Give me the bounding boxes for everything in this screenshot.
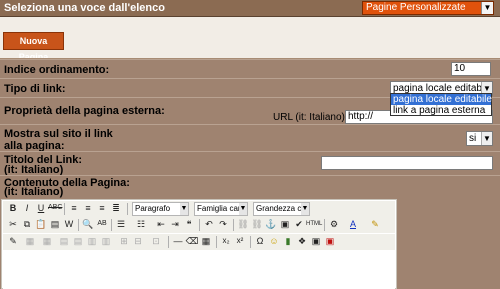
link-type-dropdown[interactable]: pagina locale editabile link a pagina es… [390, 93, 492, 116]
paste-text-icon[interactable]: ▤ [48, 217, 62, 231]
numbered-list-icon[interactable]: ☷ [134, 217, 148, 231]
blockquote-icon[interactable]: ❝ [182, 217, 196, 231]
toolbar-separator [250, 236, 251, 248]
remove-format-icon[interactable]: ⌫ [185, 234, 199, 248]
link-title-input[interactable] [321, 156, 493, 170]
table-icon[interactable]: ▦ [23, 234, 37, 248]
special-char-icon[interactable]: Ω [253, 234, 267, 248]
chevron-down-icon: ▼ [239, 203, 247, 215]
image-icon[interactable]: ▣ [278, 217, 292, 231]
toolbar-row-1: B I U ABC ≡ ≡ ≡ ≣ Paragrafo ▼ Famiglia c… [3, 201, 395, 217]
outdent-icon[interactable]: ⇤ [154, 217, 168, 231]
row-delete-icon[interactable]: ▤ [71, 234, 85, 248]
content-lang: (it: Italiano) [4, 186, 64, 198]
rich-text-editor: B I U ABC ≡ ≡ ≡ ≣ Paragrafo ▼ Famiglia c… [1, 199, 397, 289]
horizontal-rule-icon[interactable]: — [171, 234, 185, 248]
toolbar-separator [216, 236, 217, 248]
order-label: Indice ordinamento: [4, 64, 110, 76]
font-size-combo[interactable]: Grandezza car ▼ [253, 202, 310, 216]
show-link-row: Mostra sul sito il link alla pagina: si … [0, 124, 500, 152]
show-link-select[interactable]: si ▼ [466, 131, 493, 146]
toolbar-separator [168, 236, 169, 248]
chevron-down-icon: ▼ [481, 132, 492, 145]
new-page-button[interactable]: Nuova Pagina [3, 32, 64, 62]
page-title: Seleziona una voce dall'elenco [4, 2, 165, 14]
external-label: Proprietà della pagina esterna: [4, 105, 165, 117]
editor-content-area[interactable] [3, 252, 395, 289]
toolbar-row-3: ✎ ▦ ▦ ▤ ▤ ▥ ▥ ⊞ ⊟ ⊡ — ⌫ ▦ x₂ x² Ω ☺ ▮ ❖ … [3, 234, 395, 250]
dropdown-option[interactable]: link a pagina esterna [391, 105, 491, 116]
order-row: Indice ordinamento: 10 [0, 59, 500, 78]
link-title-row: Titolo del Link: (it: Italiano) [0, 151, 500, 176]
underline-icon[interactable]: U [34, 201, 48, 215]
url-label: URL (it: Italiano): [273, 112, 348, 123]
undo-icon[interactable]: ↶ [202, 217, 216, 231]
link-type-label: Tipo di link: [4, 83, 66, 95]
toolbar-separator [127, 203, 128, 215]
visual-aid-icon[interactable]: ▦ [199, 234, 213, 248]
spellcheck-icon[interactable]: ⚙ [327, 217, 341, 231]
chevron-down-icon: ▼ [481, 2, 493, 14]
paragraph-combo[interactable]: Paragrafo ▼ [132, 202, 189, 216]
toolbar-row-2: ✂ ⧉ 📋 ▤ W 🔍 AB ☰ ☷ ⇤ ⇥ ❝ ↶ ↷ ⛓ ⛓ ⚓ ▣ ✔ H… [3, 217, 395, 233]
emoticon-icon[interactable]: ☺ [267, 234, 281, 248]
anchor-icon[interactable]: ⚓ [264, 217, 278, 231]
unlink-icon[interactable]: ⛓ [250, 217, 264, 231]
col-insert-icon[interactable]: ▥ [85, 234, 99, 248]
merge-cells-icon[interactable]: ⊞ [117, 234, 131, 248]
align-center-icon[interactable]: ≡ [81, 201, 95, 215]
toolbar-separator [199, 219, 200, 231]
media-icon[interactable]: ▮ [281, 234, 295, 248]
toolbar-separator [233, 219, 234, 231]
header-bar: Seleziona una voce dall'elenco Pagine Pe… [0, 0, 500, 17]
toolbar-separator [64, 203, 65, 215]
cleanup-icon[interactable]: ✔ [292, 217, 306, 231]
font-family-combo[interactable]: Famiglia caratt ▼ [194, 202, 248, 216]
show-link-label: Mostra sul sito il link alla pagina: [4, 128, 113, 152]
row-insert-icon[interactable]: ▤ [57, 234, 71, 248]
text-color-icon[interactable]: A [346, 217, 360, 231]
section-select[interactable]: Pagine Personalizzate ▼ [362, 1, 494, 15]
paragraph-combo-value: Paragrafo [135, 204, 171, 213]
toolbar-separator [111, 219, 112, 231]
chevron-down-icon: ▼ [301, 203, 309, 215]
subscript-icon[interactable]: x₂ [219, 234, 233, 248]
indent-icon[interactable]: ⇥ [168, 217, 182, 231]
redo-icon[interactable]: ↷ [216, 217, 230, 231]
edit-icon[interactable]: ✎ [6, 234, 20, 248]
flash-icon[interactable]: ❖ [295, 234, 309, 248]
cut-icon[interactable]: ✂ [6, 217, 20, 231]
replace-icon[interactable]: AB [95, 217, 109, 231]
toolbar-separator [78, 219, 79, 231]
highlight-color-icon[interactable]: ✎ [368, 217, 382, 231]
html-icon[interactable]: HTML [306, 217, 322, 231]
table-props-icon[interactable]: ▦ [40, 234, 54, 248]
italic-icon[interactable]: I [20, 201, 34, 215]
superscript-icon[interactable]: x² [233, 234, 247, 248]
paste-word-icon[interactable]: W [62, 217, 76, 231]
cell-props-icon[interactable]: ⊡ [149, 234, 163, 248]
link-icon[interactable]: ⛓ [236, 217, 250, 231]
bullet-list-icon[interactable]: ☰ [114, 217, 128, 231]
gallery-icon[interactable]: ▣ [309, 234, 323, 248]
split-cells-icon[interactable]: ⊟ [131, 234, 145, 248]
section-select-value: Pagine Personalizzate [366, 2, 466, 13]
chevron-down-icon: ▼ [180, 203, 188, 215]
show-link-select-value: si [469, 133, 477, 144]
order-input[interactable]: 10 [451, 62, 491, 76]
paste-icon[interactable]: 📋 [34, 217, 48, 231]
toolbar-separator [324, 219, 325, 231]
col-delete-icon[interactable]: ▥ [99, 234, 113, 248]
copy-icon[interactable]: ⧉ [20, 217, 34, 231]
dropdown-option[interactable]: pagina locale editabile [391, 94, 492, 105]
preview-icon[interactable]: ▣ [323, 234, 337, 248]
find-icon[interactable]: 🔍 [81, 217, 95, 231]
strikethrough-icon[interactable]: ABC [48, 201, 62, 215]
align-justify-icon[interactable]: ≣ [109, 201, 123, 215]
bold-icon[interactable]: B [6, 201, 20, 215]
align-left-icon[interactable]: ≡ [67, 201, 81, 215]
align-right-icon[interactable]: ≡ [95, 201, 109, 215]
